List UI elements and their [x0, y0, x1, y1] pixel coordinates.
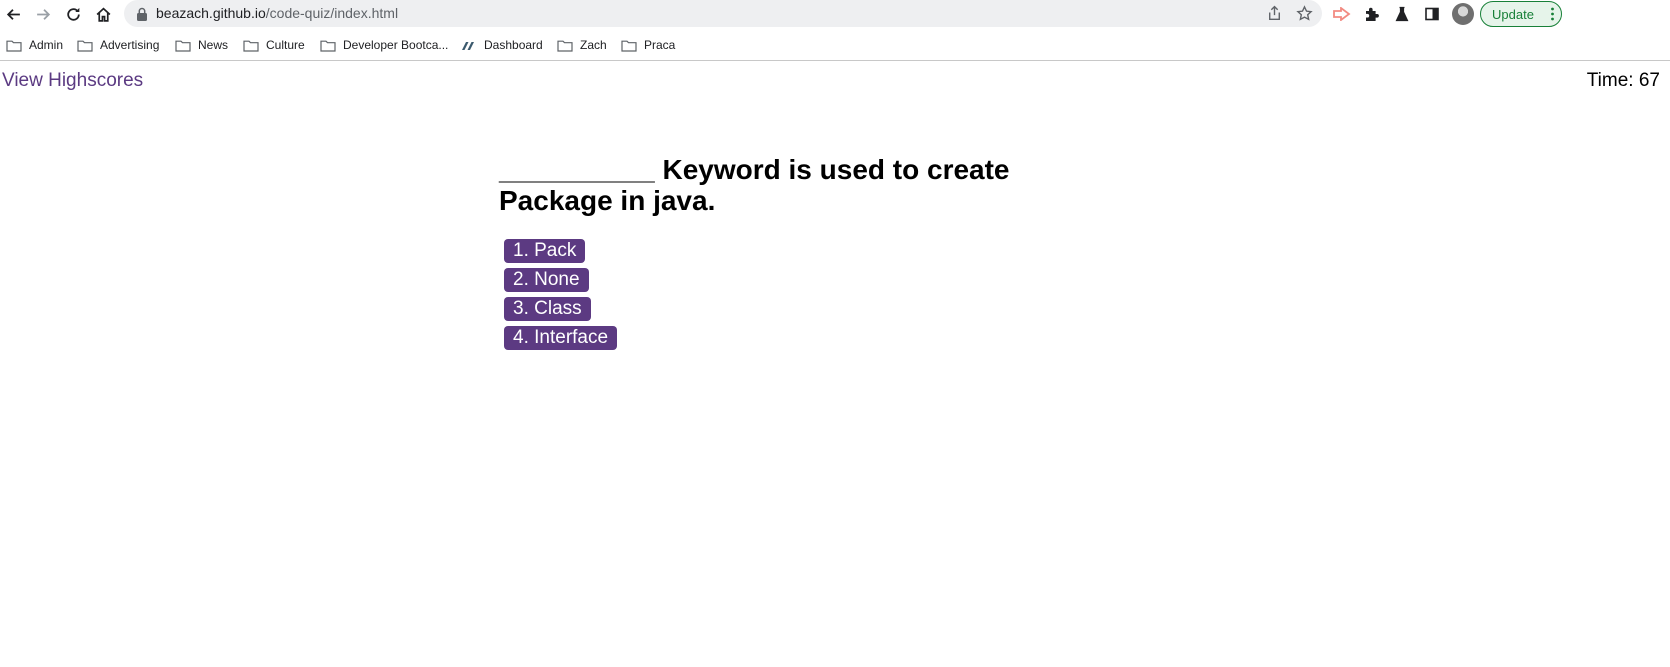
side-panel-button[interactable] — [1422, 4, 1442, 24]
bookmark-label: Zach — [580, 38, 607, 52]
folder-icon — [320, 40, 336, 52]
flask-icon — [1395, 6, 1409, 22]
back-arrow-icon — [6, 8, 20, 20]
bookmark-label: Advertising — [100, 38, 160, 52]
forward-arrow-icon — [36, 8, 50, 20]
home-button[interactable] — [92, 3, 114, 25]
address-bar[interactable]: beazach.github.io/code-quiz/index.html — [124, 0, 1322, 27]
folder-icon — [77, 40, 93, 52]
share-icon[interactable] — [1266, 5, 1283, 22]
url-host: beazach.github.io — [156, 5, 266, 21]
side-panel-icon — [1425, 7, 1439, 21]
update-button[interactable]: Update — [1480, 1, 1562, 27]
arrow-extension-icon — [1333, 7, 1351, 21]
bookmark-label: Praca — [644, 38, 676, 52]
bookmark-dashboard[interactable]: Dashboard — [461, 37, 543, 53]
answer-button-4[interactable]: 4. Interface — [504, 326, 618, 350]
question-card: __________ Keyword is used to create Pac… — [499, 154, 1039, 355]
reload-icon — [66, 7, 80, 21]
update-label: Update — [1492, 6, 1534, 22]
bookmark-news[interactable]: News — [175, 37, 228, 53]
bookmark-culture[interactable]: Culture — [243, 37, 305, 53]
puzzle-icon — [1366, 7, 1379, 21]
folder-icon — [175, 40, 191, 52]
browser-toolbar: beazach.github.io/code-quiz/index.html U… — [0, 0, 1670, 28]
folder-icon — [6, 40, 22, 52]
back-button[interactable] — [2, 3, 24, 25]
bookmark-developer-bootcamp[interactable]: Developer Bootca... — [320, 37, 448, 53]
folder-icon — [621, 40, 637, 52]
answer-button-1[interactable]: 1. Pack — [504, 239, 586, 263]
extensions-button[interactable] — [1362, 4, 1382, 24]
answer-button-3[interactable]: 3. Class — [504, 297, 591, 321]
timer: Time: 67 — [1587, 70, 1660, 92]
url-text[interactable]: beazach.github.io/code-quiz/index.html — [156, 6, 398, 21]
answer-list: 1. Pack 2. None 3. Class 4. Interface — [499, 239, 1039, 350]
view-highscores-link[interactable]: View Highscores — [2, 70, 143, 92]
folder-icon — [243, 40, 259, 52]
bookmark-zach[interactable]: Zach — [557, 37, 607, 53]
profile-avatar[interactable] — [1452, 3, 1474, 25]
bookmark-advertising[interactable]: Advertising — [77, 37, 159, 53]
quiz-page: View Highscores Time: 67 __________ Keyw… — [0, 62, 1670, 667]
bookmark-star-icon[interactable] — [1296, 5, 1313, 22]
bookmarks-bar: Admin Advertising News Culture Developer… — [0, 30, 1670, 61]
bookmark-admin[interactable]: Admin — [6, 37, 63, 53]
dashboard-favicon-icon — [462, 41, 474, 50]
more-menu-icon — [1551, 7, 1554, 21]
bookmark-label: Dashboard — [484, 38, 543, 52]
bookmark-label: Culture — [266, 38, 305, 52]
bookmark-label: News — [198, 38, 229, 52]
bookmark-praca[interactable]: Praca — [621, 37, 675, 53]
bookmark-label: Developer Bootca... — [343, 38, 449, 52]
home-icon — [96, 7, 110, 22]
lock-icon — [137, 7, 147, 21]
labs-button[interactable] — [1392, 4, 1412, 24]
question-text: __________ Keyword is used to create Pac… — [499, 154, 1010, 216]
forward-button[interactable] — [32, 3, 54, 25]
bookmark-label: Admin — [29, 38, 64, 52]
timer-value: 67 — [1638, 70, 1660, 91]
url-path: /code-quiz/index.html — [265, 5, 399, 21]
timer-label: Time: — [1586, 70, 1634, 91]
folder-icon — [557, 40, 573, 52]
extension-button[interactable] — [1332, 4, 1352, 24]
answer-button-2[interactable]: 2. None — [504, 268, 589, 292]
reload-button[interactable] — [62, 3, 84, 25]
